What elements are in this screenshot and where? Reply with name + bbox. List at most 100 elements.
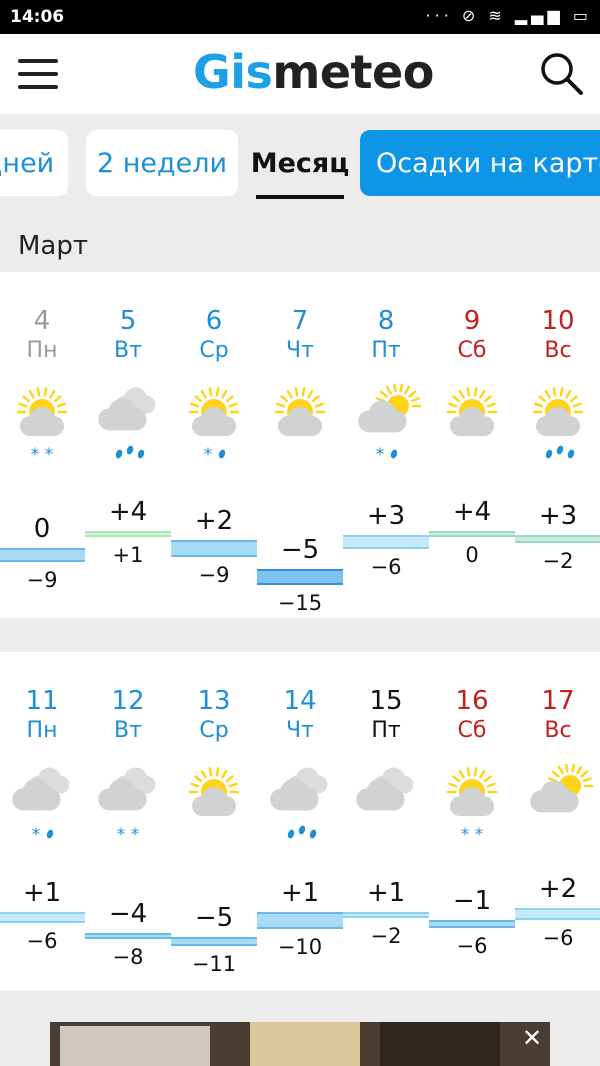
cloud-icon [536,407,580,436]
snow-icon: * [376,445,385,465]
temperature-bar [343,535,429,550]
day-weekday: Сб [457,338,487,363]
temp-min: −6 [542,926,574,950]
weather-sun-cloud-icon [532,387,584,459]
ad-banner[interactable]: ✕ [50,1022,550,1066]
status-bar: 14:06 ··· ⊘ ≋ ▂▄▆ ▭ [0,0,600,34]
temp-min: −6 [370,555,402,580]
day-column[interactable]: 10 Вс +3 −2 [515,272,600,618]
weather-clouds-icon [98,387,156,459]
tab-2-weeks[interactable]: 2 недели [86,130,238,196]
temp-max: +4 [108,497,148,528]
snow-icon: * [32,825,41,845]
temp-min: −11 [191,952,237,977]
day-weekday: Вс [544,338,572,363]
weather-sun-cloud-icon: * [188,387,240,465]
temp-max: +2 [538,873,578,904]
day-date: 4 [33,306,51,336]
weather-clouds-icon [356,767,414,811]
status-time: 14:06 [10,7,65,27]
day-column[interactable]: 12 Вт * * −4 −8 [85,652,171,990]
day-date: 12 [111,686,145,716]
day-column[interactable]: 13 Ср −5 −11 [171,652,257,990]
cloud-icon [192,407,236,436]
day-column[interactable]: 7 Чт −5 −15 [257,272,343,618]
search-icon[interactable] [538,50,586,98]
logo[interactable]: Gismeteo [193,45,434,99]
day-column[interactable]: 14 Чт +1 −10 [257,652,343,990]
day-weekday: Ср [199,718,229,743]
status-icons: ··· ⊘ ≋ ▂▄▆ ▭ [425,6,592,25]
ad-image [50,1022,550,1066]
temp-max: +4 [452,497,492,528]
rain-icon [115,445,145,459]
day-date: 9 [463,306,481,336]
day-date: 6 [205,306,223,336]
temp-max: +1 [22,877,62,908]
temp-min: −9 [198,562,230,587]
temp-max: 0 [33,514,51,544]
temp-max: +1 [280,877,320,908]
day-weekday: Сб [457,718,487,743]
tab-days[interactable]: дней [0,130,68,196]
day-column[interactable]: 16 Сб * * −1 −6 [429,652,515,990]
temp-min: −6 [456,933,488,958]
day-weekday: Вт [114,338,142,363]
day-date: 5 [119,306,137,336]
cloud-icon [192,787,236,816]
rain-icon [218,449,226,459]
tab-precip-map[interactable]: Осадки на карте [360,130,600,196]
day-date: 8 [377,306,395,336]
snow-icon: * * [461,825,483,845]
day-column[interactable]: 6 Ср * +2 −9 [171,272,257,618]
temperature-bar [85,932,171,939]
week-block: 11 Пн * +1 −6 12 Вт * * −4 −8 13 Ср −5 −11 14 Чт +1 −10 15… [0,652,600,990]
menu-icon[interactable] [18,57,60,91]
temperature-bar [343,911,429,918]
day-weekday: Пт [371,338,401,363]
cloud-icon [450,787,494,816]
day-column[interactable]: 11 Пн * +1 −6 [0,652,85,990]
temperature-bar [429,531,515,538]
temperature-bar [515,907,600,920]
temp-min: −9 [26,567,58,592]
day-date: 7 [291,306,309,336]
temp-min: −8 [112,945,144,969]
weather-sun-cloud-icon [446,387,498,436]
day-column[interactable]: 4 Пн * * 0 −9 [0,272,85,618]
rain-icon [390,449,398,459]
weather-cloud-sun-icon: * [358,384,422,465]
day-column[interactable]: 5 Вт +4 +1 [85,272,171,618]
cloud-icon [278,407,322,436]
temp-min: +1 [112,543,144,568]
rain-icon [545,445,575,459]
day-column[interactable]: 17 Вс +2 −6 [515,652,600,990]
weather-sun-cloud-icon: * * [446,767,498,845]
temp-min: −2 [370,923,402,948]
temperature-bar [0,911,85,923]
snow-icon: * * [31,445,53,465]
weather-clouds-icon: * [12,767,70,845]
day-date: 11 [25,686,59,716]
temp-max: −1 [452,886,492,917]
day-column[interactable]: 15 Пт +1 −2 [343,652,429,990]
tab-month[interactable]: Месяц [251,130,349,199]
day-date: 17 [541,686,575,716]
close-icon[interactable]: ✕ [518,1025,546,1053]
day-column[interactable]: 9 Сб +4 0 [429,272,515,618]
temp-max: +1 [366,877,406,908]
period-tabs: дней 2 недели Месяц Осадки на карте [0,114,600,207]
temperature-bar [257,569,343,585]
weather-clouds-icon: * * [98,767,156,845]
snow-icon: * [204,445,213,465]
temperature-bar [0,548,85,562]
day-column[interactable]: 8 Пт * +3 −6 [343,272,429,618]
temp-max: +3 [538,501,578,532]
cloud-icon [450,407,494,436]
temperature-bar [171,937,257,947]
logo-gis: Gis [193,45,273,99]
weather-sun-cloud-icon [188,767,240,816]
snow-icon: * * [117,825,139,845]
weather-cloud-sun-icon [530,764,594,813]
temp-min: 0 [465,543,479,568]
